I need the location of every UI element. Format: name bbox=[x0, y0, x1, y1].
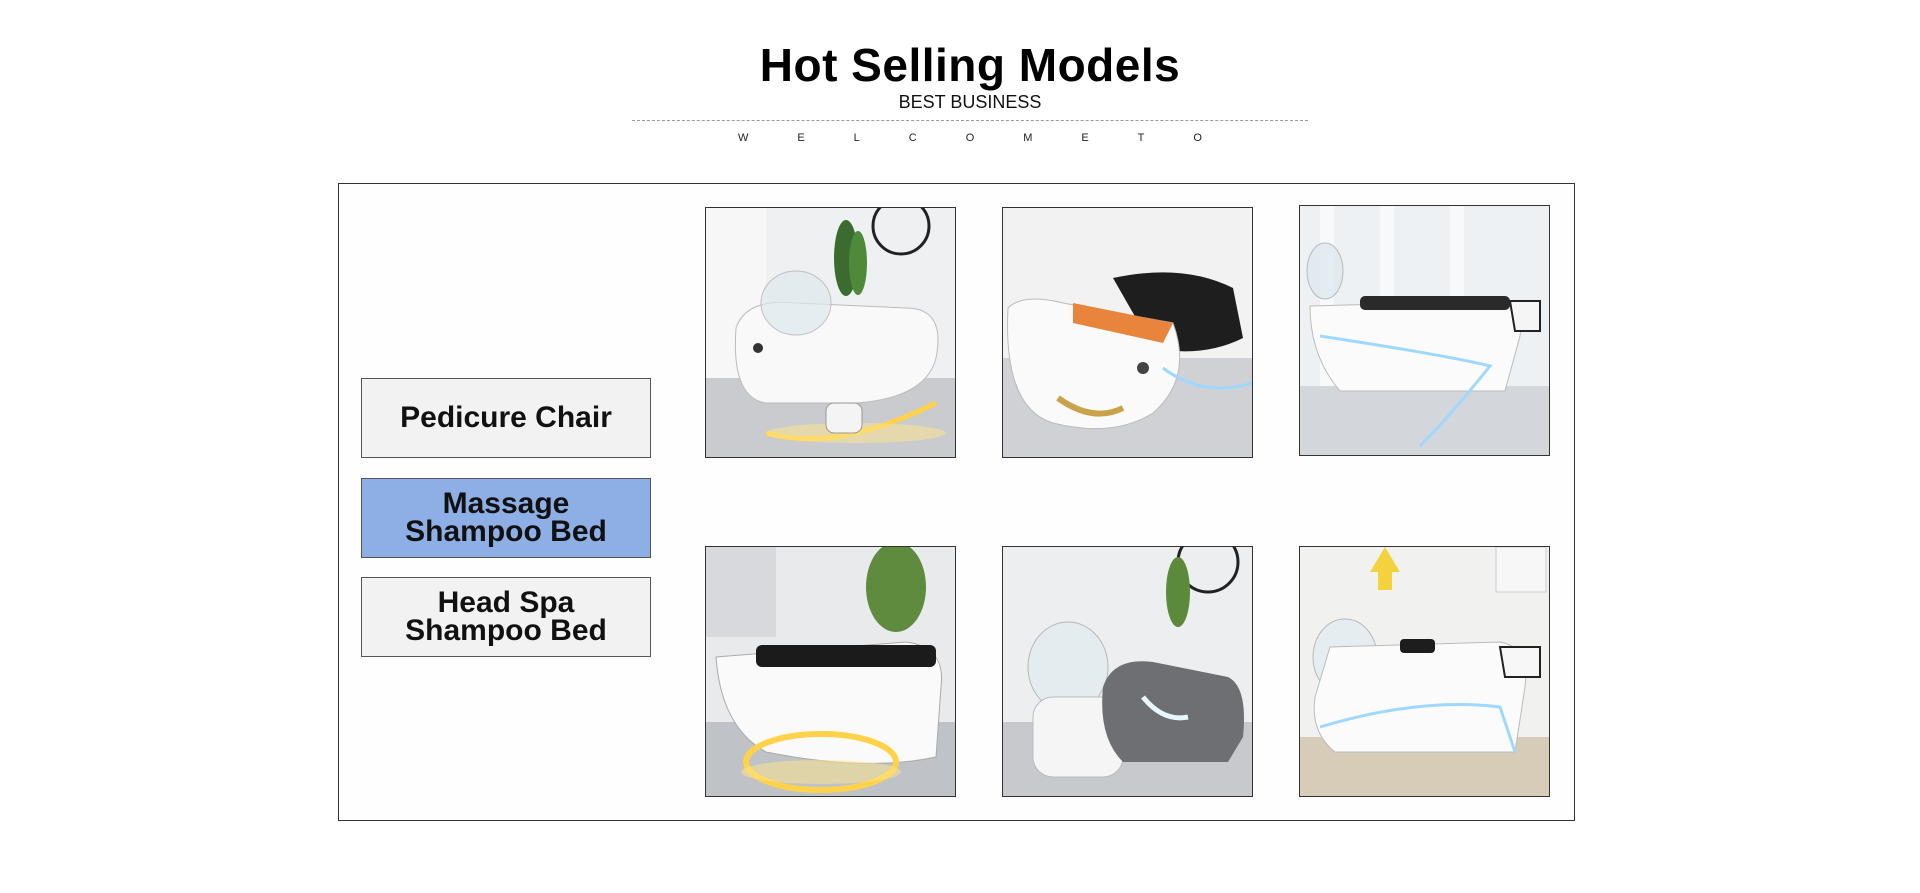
category-head-spa-shampoo-bed[interactable]: Head Spa Shampoo Bed bbox=[361, 577, 651, 657]
product-photo[interactable] bbox=[705, 207, 956, 458]
divider bbox=[632, 120, 1308, 121]
product-photo[interactable] bbox=[1299, 546, 1550, 797]
welcome-letter: L bbox=[853, 132, 860, 144]
welcome-letter: W bbox=[738, 132, 749, 144]
welcome-letter: T bbox=[1137, 132, 1145, 144]
product-photo[interactable] bbox=[1299, 205, 1550, 456]
header: Hot Selling Models BEST BUSINESS W E L C… bbox=[620, 20, 1320, 160]
shampoo-bed-grey-dome-photo bbox=[1003, 547, 1252, 796]
welcome-letter: E bbox=[797, 132, 805, 144]
shampoo-bed-white-blue-led-photo bbox=[1300, 547, 1549, 796]
welcome-strip: W E L C O M E T O bbox=[738, 132, 1202, 144]
welcome-letter: C bbox=[908, 132, 917, 144]
product-photo[interactable] bbox=[705, 546, 956, 797]
welcome-letter: O bbox=[1193, 132, 1202, 144]
shampoo-bed-white-cool-led-photo bbox=[1300, 206, 1549, 455]
category-pedicure-chair[interactable]: Pedicure Chair bbox=[361, 378, 651, 458]
shampoo-bed-white-dome-warm-led-photo bbox=[706, 208, 955, 457]
shampoo-bed-oval-warm-led-photo bbox=[706, 547, 955, 796]
welcome-letter: M bbox=[1023, 132, 1033, 144]
product-photo[interactable] bbox=[1002, 207, 1253, 458]
product-photo[interactable] bbox=[1002, 546, 1253, 797]
category-massage-shampoo-bed[interactable]: Massage Shampoo Bed bbox=[361, 478, 651, 558]
page-subtitle: BEST BUSINESS bbox=[898, 92, 1042, 112]
shampoo-beds-orange-black-photo bbox=[1003, 208, 1252, 457]
page-title: Hot Selling Models bbox=[759, 39, 1181, 91]
product-panel: Pedicure Chair Massage Shampoo Bed Head … bbox=[338, 183, 1575, 821]
welcome-letter: E bbox=[1081, 132, 1089, 144]
welcome-letter: O bbox=[965, 132, 975, 144]
